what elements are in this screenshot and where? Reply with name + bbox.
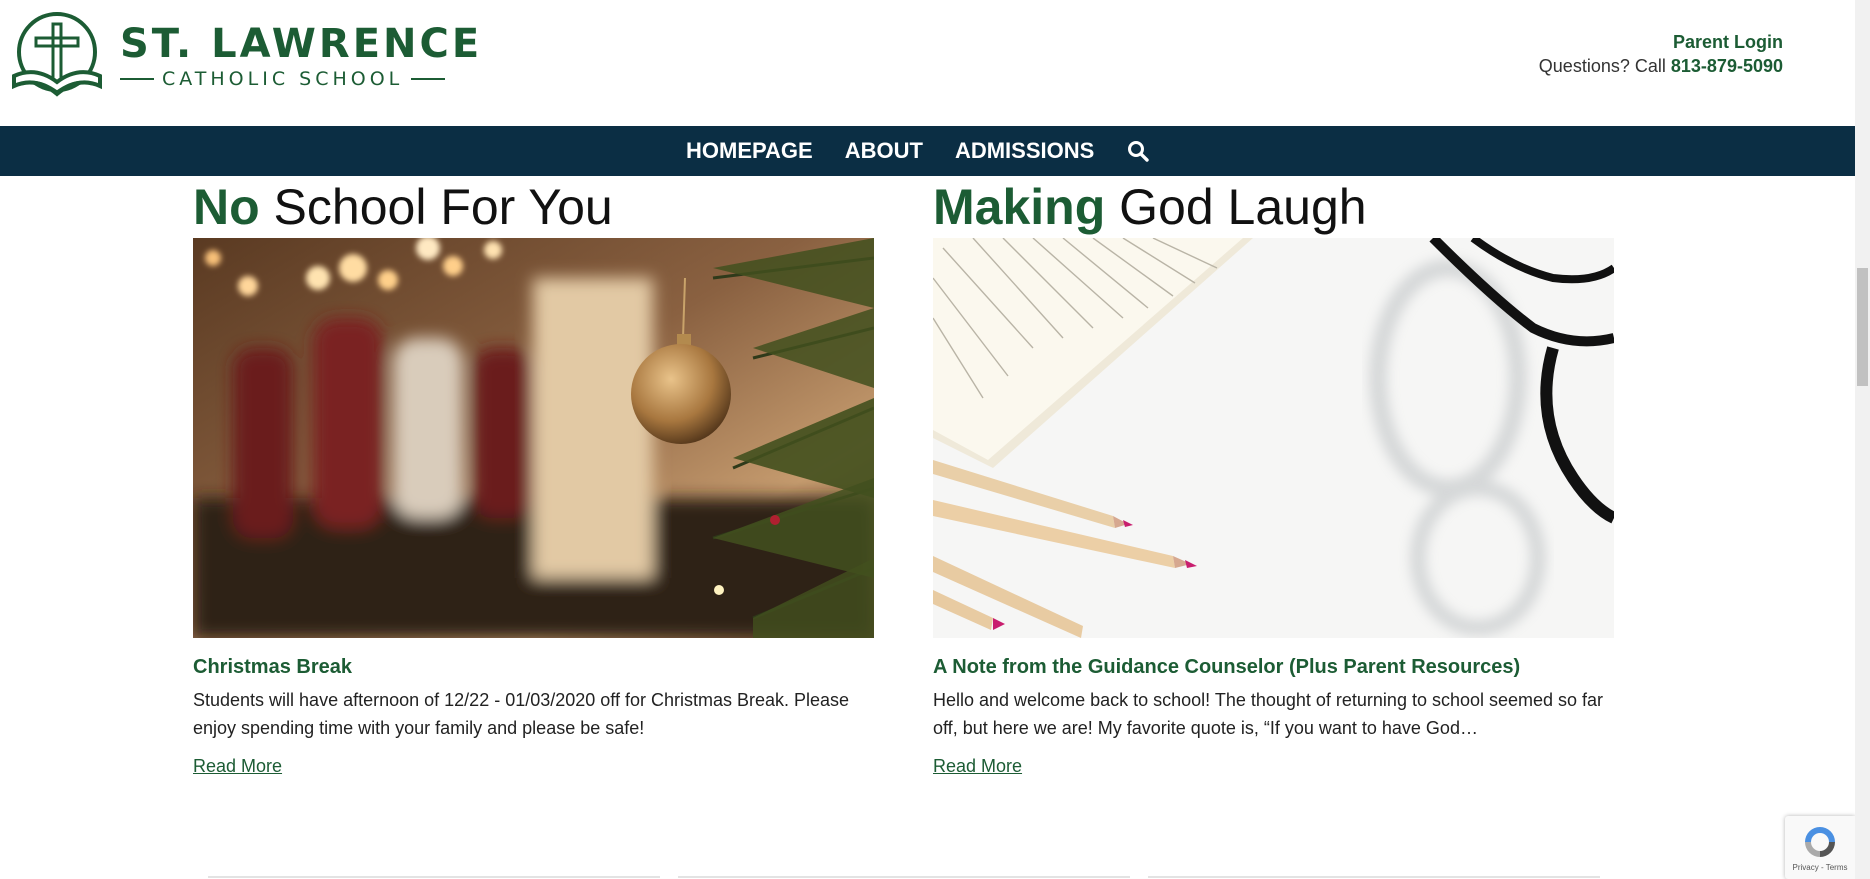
card-top-edge <box>678 876 1130 878</box>
scrollbar-thumb[interactable] <box>1857 268 1868 386</box>
read-more-link[interactable]: Read More <box>933 756 1022 777</box>
recaptcha-links[interactable]: Privacy - Terms <box>1785 863 1855 872</box>
nav-item-about[interactable]: ABOUT <box>845 138 923 164</box>
logo-text: ST. LAWRENCE CATHOLIC SCHOOL <box>120 22 482 90</box>
logo-divider-right <box>411 78 446 80</box>
cross-book-logo-icon <box>12 12 102 97</box>
post-excerpt: Students will have afternoon of 12/22 - … <box>193 690 850 738</box>
header-contact: Parent Login Questions? Call 813-879-509… <box>1539 30 1783 78</box>
main-nav: HOMEPAGE ABOUT ADMISSIONS <box>0 126 1855 176</box>
heading-rest: God Laugh <box>1105 179 1367 235</box>
site-logo[interactable]: ST. LAWRENCE CATHOLIC SCHOOL <box>8 10 482 102</box>
heading-accent: Making <box>933 179 1106 235</box>
card-top-edge <box>1148 876 1600 878</box>
page-scrollbar[interactable] <box>1855 0 1870 879</box>
post-title-link[interactable]: Christmas Break <box>193 654 874 680</box>
logo-divider-left <box>120 78 154 80</box>
post-excerpt: Hello and welcome back to school! The th… <box>933 690 1604 738</box>
read-more-link[interactable]: Read More <box>193 756 282 777</box>
post-image-christmas-tree[interactable] <box>193 238 874 638</box>
post-title-link[interactable]: A Note from the Guidance Counselor (Plus… <box>933 654 1614 680</box>
post-card: No School For You Christmas Break Studen… <box>193 176 874 777</box>
logo-subtitle-row: CATHOLIC SCHOOL <box>120 68 482 90</box>
post-heading: No School For You <box>193 176 874 238</box>
site-header: ST. LAWRENCE CATHOLIC SCHOOL Parent Logi… <box>0 0 1855 126</box>
recaptcha-icon <box>1805 827 1835 857</box>
post-card: Making God Laugh A Note from the Guidanc… <box>933 176 1614 777</box>
post-image-notebook-glasses[interactable] <box>933 238 1614 638</box>
phone-link[interactable]: 813-879-5090 <box>1671 56 1783 76</box>
search-icon[interactable] <box>1126 139 1150 163</box>
parent-login-link[interactable]: Parent Login <box>1673 30 1783 54</box>
heading-rest: School For You <box>259 179 613 235</box>
questions-label: Questions? Call <box>1538 56 1666 76</box>
post-heading: Making God Laugh <box>933 176 1614 238</box>
heading-accent: No <box>193 179 260 235</box>
logo-school-name: ST. LAWRENCE <box>120 21 483 67</box>
logo-subtitle: CATHOLIC SCHOOL <box>162 68 404 90</box>
card-top-edge <box>208 876 660 878</box>
recaptcha-badge[interactable]: Privacy - Terms <box>1785 816 1855 879</box>
nav-item-admissions[interactable]: ADMISSIONS <box>955 138 1094 164</box>
nav-menu: HOMEPAGE ABOUT ADMISSIONS <box>686 126 1150 176</box>
nav-item-homepage[interactable]: HOMEPAGE <box>686 138 813 164</box>
